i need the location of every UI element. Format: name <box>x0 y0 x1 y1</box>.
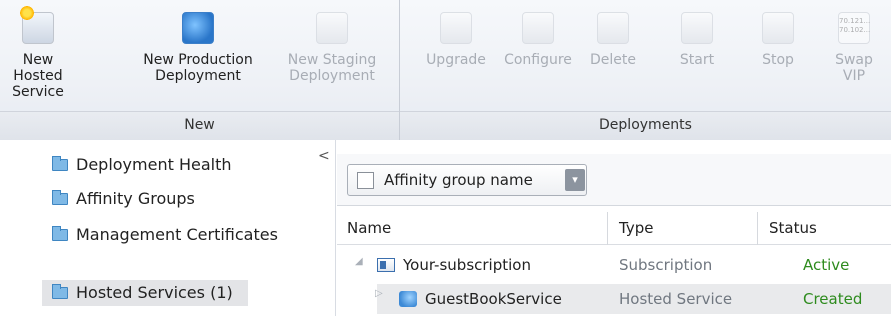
collapse-nav-chevron-icon[interactable]: < <box>318 148 330 164</box>
delete-button[interactable]: Delete <box>578 12 648 68</box>
delete-icon <box>597 12 629 44</box>
nav-item-label: Management Certificates <box>76 225 278 244</box>
folder-icon <box>52 226 68 241</box>
new-staging-deployment-icon <box>316 12 348 44</box>
button-label-line1: New Production <box>143 52 253 68</box>
swap-vip-icon-text: 70.102... <box>839 26 871 34</box>
ribbon-group-new: New Hosted Service New Production Deploy… <box>0 0 399 140</box>
folder-icon <box>52 156 68 171</box>
ribbon-toolbar: New Hosted Service New Production Deploy… <box>0 0 891 140</box>
button-label-line2: Deployment <box>155 68 241 84</box>
row-type: Hosted Service <box>619 290 733 308</box>
collapse-arrow-icon[interactable]: ◢ <box>355 256 363 267</box>
expand-arrow-icon[interactable]: ▷ <box>375 288 383 299</box>
swap-vip-button[interactable]: 70.121... 70.102... Swap VIP <box>824 12 884 84</box>
ribbon-group-label-deployments: Deployments <box>400 111 891 140</box>
row-name: GuestBookService <box>425 290 562 308</box>
group-by-bar: Affinity group name ▾ <box>337 154 891 206</box>
filter-label: Affinity group name <box>384 171 533 189</box>
row-status: Created <box>803 290 863 308</box>
hosted-service-icon <box>399 291 417 307</box>
button-label-line2: VIP <box>842 68 866 84</box>
new-production-deployment-button[interactable]: New Production Deployment <box>128 12 268 84</box>
dropdown-arrow-icon[interactable]: ▾ <box>565 169 585 191</box>
nav-item-label: Deployment Health <box>76 155 232 174</box>
new-hosted-service-button[interactable]: New Hosted Service <box>0 5 78 100</box>
button-label: Start <box>679 52 715 68</box>
folder-icon <box>52 284 68 299</box>
button-label-line1: New Hosted <box>13 52 63 84</box>
swap-vip-icon-text: 70.121... <box>839 17 871 25</box>
swap-vip-icon: 70.121... 70.102... <box>838 12 870 44</box>
row-name: Your-subscription <box>403 256 531 274</box>
configure-icon <box>522 12 554 44</box>
column-header-name[interactable]: Name <box>347 214 391 242</box>
row-status: Active <box>803 256 850 274</box>
row-type: Subscription <box>619 256 713 274</box>
nav-item-deployment-health[interactable]: Deployment Health <box>42 152 312 178</box>
start-icon <box>681 12 713 44</box>
nav-item-hosted-services[interactable]: Hosted Services (1) <box>42 280 248 306</box>
button-label: Stop <box>762 52 794 68</box>
navigation-pane: Deployment Health Affinity Groups Manage… <box>0 140 336 316</box>
button-label-line2: Deployment <box>289 68 375 84</box>
hosted-services-grid: Affinity group name ▾ Name Type Status ◢… <box>337 140 891 316</box>
row-name-cell: Your-subscription <box>377 252 531 278</box>
button-label: Delete <box>590 52 636 68</box>
configure-button[interactable]: Configure <box>498 12 578 68</box>
subscription-icon <box>377 258 395 272</box>
new-production-deployment-icon <box>182 12 214 44</box>
nav-item-management-certificates[interactable]: Management Certificates <box>42 222 312 248</box>
button-label-line1: New Staging <box>287 52 377 68</box>
upgrade-icon <box>440 12 472 44</box>
row-name-cell: GuestBookService <box>399 286 562 312</box>
nav-item-label: Hosted Services (1) <box>76 283 233 302</box>
button-label: Upgrade <box>426 52 486 68</box>
folder-icon <box>52 190 68 205</box>
affinity-group-filter-button[interactable]: Affinity group name ▾ <box>347 164 587 196</box>
start-button[interactable]: Start <box>662 12 732 68</box>
new-staging-deployment-button[interactable]: New Staging Deployment <box>272 12 392 84</box>
stop-button[interactable]: Stop <box>746 12 810 68</box>
new-hosted-service-icon <box>19 5 54 44</box>
button-label-line2: Service <box>12 84 64 100</box>
stop-icon <box>762 12 794 44</box>
nav-item-affinity-groups[interactable]: Affinity Groups <box>42 186 312 212</box>
nav-item-label: Affinity Groups <box>76 189 195 208</box>
ribbon-group-deployments: Upgrade Configure Delete Start Stop 70.1… <box>399 0 891 140</box>
button-label-line1: Swap <box>835 52 873 68</box>
column-divider[interactable] <box>607 212 608 245</box>
column-header-type[interactable]: Type <box>619 214 653 242</box>
button-label: Configure <box>504 52 572 68</box>
upgrade-button[interactable]: Upgrade <box>416 12 496 68</box>
filter-checkbox[interactable] <box>357 172 374 189</box>
column-divider[interactable] <box>757 212 758 245</box>
ribbon-group-label-new: New <box>0 111 399 140</box>
column-header-status[interactable]: Status <box>769 214 817 242</box>
